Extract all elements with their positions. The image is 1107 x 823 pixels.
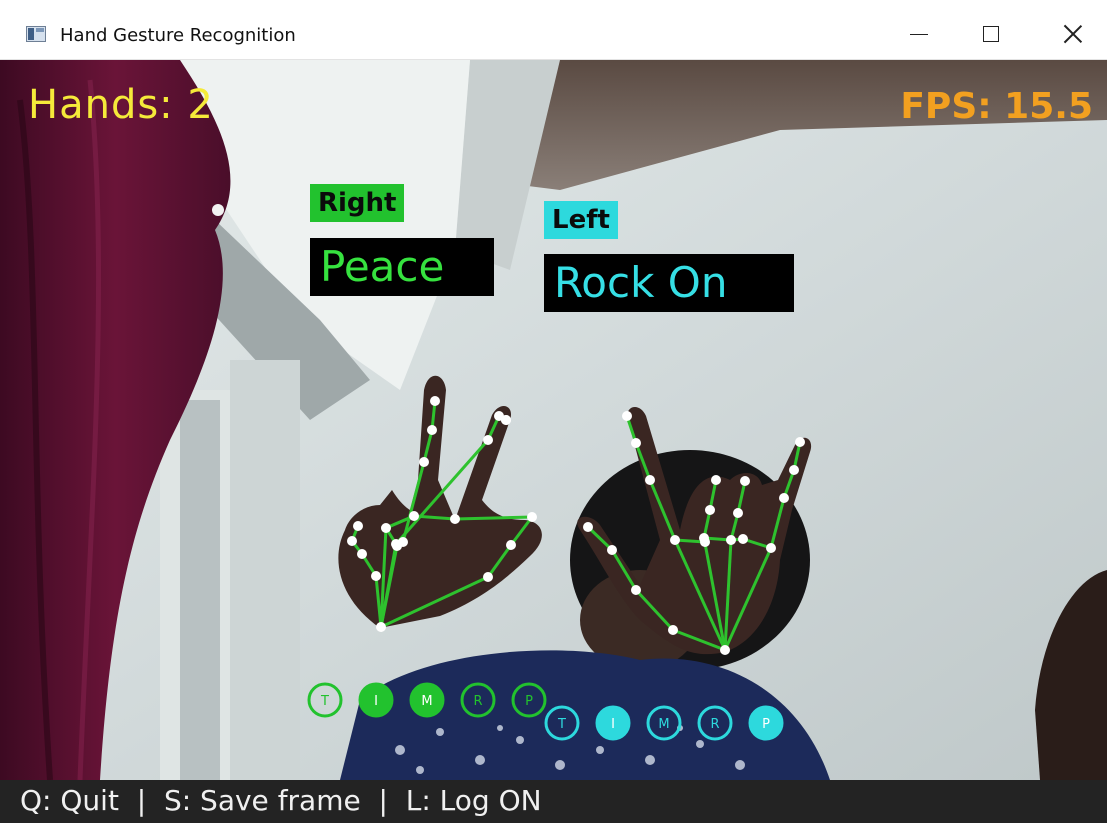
hand-landmark-point (450, 514, 460, 524)
hand-landmark-point (631, 585, 641, 595)
hand-landmark-point (583, 522, 593, 532)
finger-letter: R (473, 694, 482, 709)
window-title-bar: Hand Gesture Recognition (0, 0, 1107, 60)
hand-landmark-point (430, 396, 440, 406)
finger-letter: T (557, 717, 566, 732)
app-window-icon (26, 26, 46, 42)
hand-landmark-point (711, 475, 721, 485)
hand-landmark-point (795, 437, 805, 447)
left-hand-label: Left (544, 201, 618, 239)
finger-letter: P (762, 717, 770, 732)
hand-landmark-point (720, 645, 730, 655)
close-button[interactable] (1050, 14, 1096, 54)
hand-landmark-point (726, 535, 736, 545)
camera-feed: T I M R P T I M R P Hands: 2 FPS: 15.5 Right Peac… (0, 60, 1107, 780)
right-hand-label: Right (310, 184, 405, 222)
hand-landmark-point (607, 545, 617, 555)
hand-landmark-point (506, 540, 516, 550)
hand-landmark-point (779, 493, 789, 503)
hand-landmark-point (668, 625, 678, 635)
finger-letter: M (421, 694, 432, 709)
hand-landmark-point (740, 476, 750, 486)
finger-letter: I (611, 717, 615, 732)
fps-counter: FPS: 15.5 (900, 86, 1093, 127)
finger-letter: T (320, 694, 329, 709)
minimize-button[interactable] (896, 14, 942, 54)
hand-landmark-point (631, 438, 641, 448)
hand-landmark-point (705, 505, 715, 515)
skeleton-bone (454, 515, 533, 521)
hand-landmark-point (527, 512, 537, 522)
maximize-icon (983, 26, 999, 42)
camera-scene: T I M R P T I M R P (0, 60, 1107, 780)
hand-landmark-point (427, 425, 437, 435)
hand-landmark-point (483, 435, 493, 445)
window-title: Hand Gesture Recognition (60, 25, 296, 46)
hand-landmark-point (391, 539, 401, 549)
hand-landmark-point (371, 571, 381, 581)
hand-landmark-point (357, 549, 367, 559)
hand-landmark-point (483, 572, 493, 582)
keyboard-shortcuts-bar: Q: Quit | S: Save frame | L: Log ON (0, 780, 1107, 823)
hands-count: Hands: 2 (28, 82, 214, 128)
hand-landmark-point (645, 475, 655, 485)
hand-landmark-point (622, 411, 632, 421)
hand-landmark-point (347, 536, 357, 546)
left-hand-gesture: Rock On (544, 254, 794, 312)
hand-landmark-point (419, 457, 429, 467)
close-icon (1063, 24, 1083, 44)
finger-letter: M (658, 717, 669, 732)
minimize-icon (910, 33, 928, 35)
hand-landmark-point (738, 534, 748, 544)
hand-landmark-point (766, 543, 776, 553)
hand-landmark-point (670, 535, 680, 545)
hand-landmark-point (789, 465, 799, 475)
hand-landmark-point (409, 511, 419, 521)
right-hand-gesture: Peace (310, 238, 494, 296)
hand-landmark-point (733, 508, 743, 518)
shortcut-hints: Q: Quit | S: Save frame | L: Log ON (20, 784, 542, 817)
hand-landmark-point (501, 415, 511, 425)
finger-letter: R (710, 717, 719, 732)
finger-letter: P (525, 694, 533, 709)
hand-landmark-point (353, 521, 363, 531)
hand-landmark-point (381, 523, 391, 533)
maximize-button[interactable] (968, 14, 1014, 54)
hand-landmark-point (700, 537, 710, 547)
finger-letter: I (374, 694, 378, 709)
hand-landmark-point (376, 622, 386, 632)
